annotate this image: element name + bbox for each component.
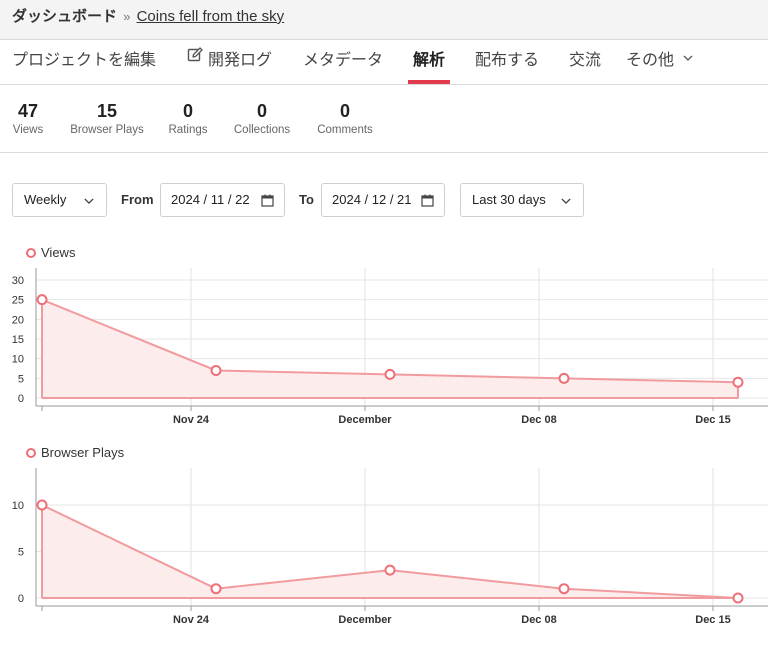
x-tick-label: December xyxy=(338,414,392,426)
y-tick-label: 0 xyxy=(18,393,24,405)
y-tick-label: 10 xyxy=(12,354,24,366)
stats-row: 47 Views 15 Browser Plays 0 Ratings 0 Co… xyxy=(0,85,768,153)
active-tab-indicator xyxy=(408,80,450,84)
stat-value: 0 xyxy=(256,101,267,121)
y-tick-label: 30 xyxy=(12,275,24,287)
views-chart: Views 0 5 10 15 20 25 30 Nov 24 December Dec 08 De… xyxy=(0,240,768,435)
to-date-input[interactable]: 2024 / 12 / 21 xyxy=(321,183,445,217)
chevron-down-icon xyxy=(682,38,694,80)
tab-community[interactable]: 交流 xyxy=(569,40,601,84)
interval-select-value: Weekly xyxy=(24,192,67,207)
from-label: From xyxy=(121,192,154,207)
edit-icon xyxy=(187,38,203,80)
tab-distribute[interactable]: 配布する xyxy=(475,40,539,84)
y-tick-label: 5 xyxy=(18,547,24,559)
data-point[interactable] xyxy=(732,592,744,604)
y-tick-label: 5 xyxy=(18,373,24,385)
tab-metadata[interactable]: メタデータ xyxy=(303,40,383,84)
stat-value: 47 xyxy=(17,101,39,121)
data-point[interactable] xyxy=(210,583,222,595)
tab-edit-project[interactable]: プロジェクトを編集 xyxy=(12,40,156,84)
stat-value: 15 xyxy=(96,101,118,121)
stat-label: Browser Plays xyxy=(70,124,144,136)
to-label: To xyxy=(299,192,314,207)
x-tick-label: Dec 08 xyxy=(521,414,556,426)
to-date-value: 2024 / 12 / 21 xyxy=(332,192,412,207)
stat-comments: 0 Comments xyxy=(315,100,375,138)
breadcrumb: ダッシュボード » Coins fell from the sky xyxy=(12,8,284,26)
calendar-icon[interactable] xyxy=(421,194,434,207)
y-tick-label: 20 xyxy=(12,314,24,326)
data-point[interactable] xyxy=(384,368,396,380)
stat-value: 0 xyxy=(182,101,193,121)
y-tick-label: 0 xyxy=(18,593,24,605)
data-point[interactable] xyxy=(210,364,222,376)
tab-analytics[interactable]: 解析 xyxy=(413,40,445,84)
stat-label: Collections xyxy=(233,124,291,136)
chevron-down-icon xyxy=(561,198,571,205)
browser-plays-chart-svg: 0 5 10 Nov 24 December Dec 08 Dec 15 xyxy=(12,468,768,626)
stat-views: 47 Views xyxy=(12,100,44,138)
calendar-icon[interactable] xyxy=(261,194,274,207)
interval-select[interactable]: Weekly xyxy=(12,183,107,217)
tab-more-label: その他 xyxy=(626,52,675,69)
data-point[interactable] xyxy=(732,376,744,388)
stat-label: Comments xyxy=(317,124,373,136)
data-point[interactable] xyxy=(36,499,48,511)
range-select[interactable]: Last 30 days xyxy=(460,183,584,217)
header-bar: ダッシュボード » Coins fell from the sky xyxy=(0,0,768,40)
stat-label: Views xyxy=(12,124,44,136)
y-tick-label: 25 xyxy=(12,295,24,307)
y-tick-label: 10 xyxy=(12,500,24,512)
browser-plays-chart: Browser Plays 0 5 10 Nov 24 December Dec 08 De… xyxy=(0,440,768,635)
stat-collections: 0 Collections xyxy=(231,100,293,138)
data-point[interactable] xyxy=(558,372,570,384)
breadcrumb-dashboard[interactable]: ダッシュボード xyxy=(12,8,117,25)
stat-ratings: 0 Ratings xyxy=(166,100,210,138)
x-tick-label: Nov 24 xyxy=(173,614,210,626)
series-area xyxy=(42,299,738,398)
from-date-input[interactable]: 2024 / 11 / 22 xyxy=(160,183,285,217)
from-date-value: 2024 / 11 / 22 xyxy=(171,192,250,207)
x-tick-label: Dec 15 xyxy=(695,414,730,426)
y-tick-label: 15 xyxy=(12,334,24,346)
x-tick-label: Dec 15 xyxy=(695,614,730,626)
tab-more[interactable]: その他 xyxy=(626,40,694,84)
tab-devlog[interactable]: 開発ログ xyxy=(187,40,272,84)
x-tick-label: Nov 24 xyxy=(173,414,210,426)
data-point[interactable] xyxy=(384,564,396,576)
chevron-down-icon xyxy=(84,198,94,205)
range-select-value: Last 30 days xyxy=(472,192,546,207)
x-tick-label: Dec 08 xyxy=(521,614,556,626)
tab-devlog-label: 開発ログ xyxy=(208,52,273,69)
data-point[interactable] xyxy=(36,294,48,306)
x-tick-label: December xyxy=(338,614,392,626)
stat-browser-plays: 15 Browser Plays xyxy=(68,100,146,138)
breadcrumb-project-link[interactable]: Coins fell from the sky xyxy=(137,8,285,25)
views-chart-svg: 0 5 10 15 20 25 30 Nov 24 December Dec 08 Dec 15 xyxy=(12,268,768,426)
stat-value: 0 xyxy=(339,101,350,121)
analytics-controls: Weekly From 2024 / 11 / 22 To 2024 / 12 … xyxy=(0,183,768,218)
tab-bar: プロジェクトを編集 開発ログ メタデータ 解析 配布する 交流 その他 xyxy=(0,40,768,85)
stat-label: Ratings xyxy=(168,124,208,136)
data-point[interactable] xyxy=(558,583,570,595)
breadcrumb-separator: » xyxy=(123,9,131,24)
